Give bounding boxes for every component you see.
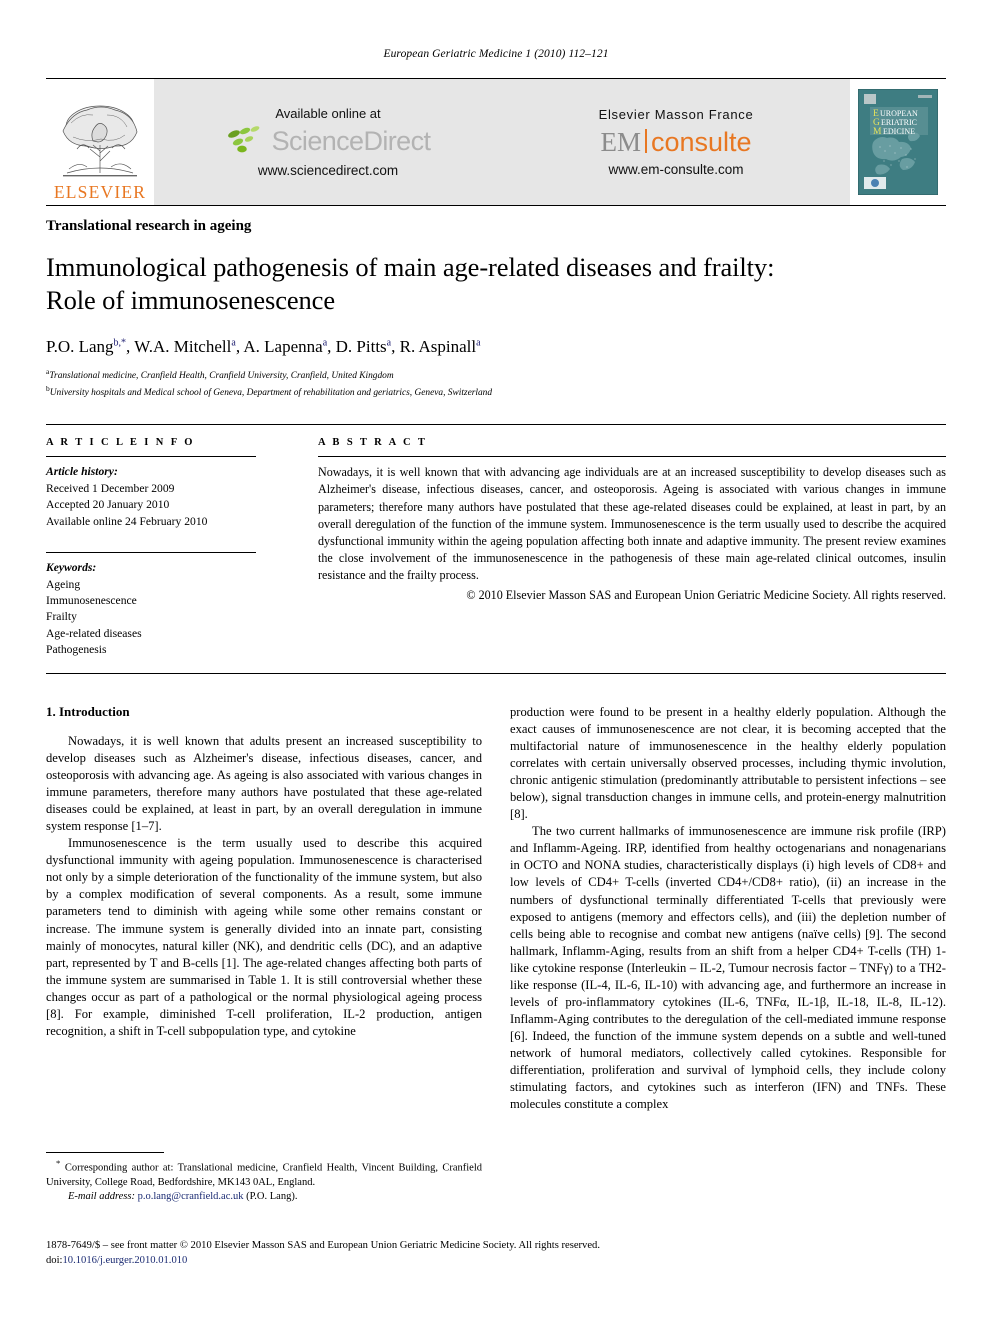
author-affil-marker: b,* xyxy=(113,337,127,349)
consulte-wordmark: consulte xyxy=(650,127,752,157)
em-wordmark: EM xyxy=(600,127,641,157)
email-line: E-mail address: p.o.lang@cranfield.ac.uk… xyxy=(46,1190,482,1204)
author-affil-marker: a xyxy=(231,337,236,349)
keyword-item: Frailty xyxy=(46,610,77,624)
article-history-group: Article history: Received 1 December 200… xyxy=(46,464,256,530)
body-paragraph: production were found to be present in a… xyxy=(510,704,946,822)
email-label: E-mail address: xyxy=(68,1191,135,1203)
body-columns: 1. Introduction Nowadays, it is well kno… xyxy=(46,704,946,1114)
body-column-left: 1. Introduction Nowadays, it is well kno… xyxy=(46,704,482,1114)
email-link[interactable]: p.o.lang@cranfield.ac.uk xyxy=(138,1191,244,1202)
sciencedirect-block: Available online at ScienceDirect www.sc… xyxy=(154,79,502,205)
affiliation-text: Translational medicine, Cranfield Health… xyxy=(49,370,394,381)
abstract-copyright: © 2010 Elsevier Masson SAS and European … xyxy=(466,587,946,602)
keyword-item: Immunosenescence xyxy=(46,594,137,608)
journal-cover-thumbnail: E UROPEAN G ERIATRIC M EDICINE xyxy=(850,79,946,205)
sciencedirect-wordmark: ScienceDirect xyxy=(271,126,431,156)
svg-text:ERIATRIC: ERIATRIC xyxy=(881,118,917,127)
abstract-text: Nowadays, it is well known that with adv… xyxy=(318,465,946,583)
article-info-heading: A R T I C L E I N F O xyxy=(46,437,195,449)
history-item: Accepted 20 January 2010 xyxy=(46,498,170,512)
available-online-label: Available online at xyxy=(275,106,381,121)
body-paragraph: Immunosenescence is the term usually use… xyxy=(46,836,482,1038)
svg-text:EDICINE: EDICINE xyxy=(883,127,915,136)
em-consulte-logo: EM consulte xyxy=(600,127,751,156)
article-info-column: A R T I C L E I N F O Article history: R… xyxy=(46,425,278,673)
keyword-item: Age-related diseases xyxy=(46,626,142,640)
keyword-item: Ageing xyxy=(46,577,81,591)
running-head: European Geriatric Medicine 1 (2010) 112… xyxy=(383,48,609,60)
elsevier-masson-france-label: Elsevier Masson France xyxy=(598,107,754,122)
doi-label: doi: xyxy=(46,1255,63,1267)
footnote-text: * Corresponding author at: Translational… xyxy=(46,1158,482,1205)
keywords-group: Keywords: Ageing Immunosenescence Frailt… xyxy=(46,560,256,659)
article-title-line2: Role of immunosenescence xyxy=(46,284,336,315)
body-column-right: production were found to be present in a… xyxy=(510,704,946,1114)
footnote-rule xyxy=(46,1152,164,1153)
keywords-label: Keywords: xyxy=(46,561,97,575)
journal-masthead: ELSEVIER Available online at ScienceDire… xyxy=(46,78,946,206)
sciencedirect-url[interactable]: www.sciencedirect.com xyxy=(258,163,398,178)
doi-line: doi:10.1016/j.eurger.2010.01.010 xyxy=(46,1253,946,1268)
author-affil-marker: a xyxy=(322,337,328,349)
divider xyxy=(46,552,256,554)
abstract-heading: A B S T R A C T xyxy=(318,437,428,449)
author-name[interactable]: A. Lapenna xyxy=(243,337,322,356)
article-history-label: Article history: xyxy=(46,465,118,479)
article-title-line1: Immunological pathogenesis of main age-r… xyxy=(46,252,775,282)
elsevier-tree-icon xyxy=(57,101,143,183)
author-name[interactable]: W.A. Mitchell xyxy=(134,337,231,356)
em-divider-bar xyxy=(644,129,647,153)
author-affil-marker: a xyxy=(476,337,481,349)
keyword-item: Pathogenesis xyxy=(46,643,107,657)
corresponding-author-footnote: * Corresponding author at: Translational… xyxy=(46,1152,482,1205)
author-affil-marker: a xyxy=(386,337,392,349)
affiliation-item: aTranslational medicine, Cranfield Healt… xyxy=(46,367,946,384)
paper-page: European Geriatric Medicine 1 (2010) 112… xyxy=(0,0,992,1323)
em-consulte-block: Elsevier Masson France EM consulte www.e… xyxy=(502,79,850,205)
issn-copyright-line: 1878-7649/$ – see front matter © 2010 El… xyxy=(46,1240,600,1251)
footnote-marker: * xyxy=(56,1158,61,1168)
svg-text:UROPEAN: UROPEAN xyxy=(880,109,918,118)
author-name[interactable]: D. Pitts xyxy=(336,337,387,356)
author-name[interactable]: R. Aspinall xyxy=(400,337,477,356)
sciencedirect-leaf-icon xyxy=(226,125,268,158)
history-item: Available online 24 February 2010 xyxy=(46,514,208,528)
divider xyxy=(46,456,256,458)
colophon: 1878-7649/$ – see front matter © 2010 El… xyxy=(46,1238,946,1269)
history-item: Received 1 December 2009 xyxy=(46,481,175,495)
body-paragraph: The two current hallmarks of immunosenes… xyxy=(510,824,946,1112)
em-consulte-url[interactable]: www.em-consulte.com xyxy=(608,162,743,177)
sciencedirect-logo: ScienceDirect xyxy=(226,125,431,158)
abstract-column: A B S T R A C T Nowadays, it is well kno… xyxy=(278,425,946,673)
info-abstract-block: A R T I C L E I N F O Article history: R… xyxy=(46,424,946,674)
journal-section-label: Translational research in ageing xyxy=(46,218,252,234)
svg-text:M: M xyxy=(873,127,882,137)
author-list: P.O. Langb,*, W.A. Mitchella, A. Lapenna… xyxy=(46,336,481,356)
elsevier-wordmark: ELSEVIER xyxy=(53,181,147,202)
affiliation-list: aTranslational medicine, Cranfield Healt… xyxy=(46,367,946,401)
corresponding-author-text: Corresponding author at: Translational m… xyxy=(46,1162,483,1188)
doi-link[interactable]: 10.1016/j.eurger.2010.01.010 xyxy=(62,1255,187,1266)
divider xyxy=(318,456,946,458)
page-title: Immunological pathogenesis of main age-r… xyxy=(46,251,946,317)
masthead-grey-band: Available online at ScienceDirect www.sc… xyxy=(154,79,850,205)
affiliation-text: University hospitals and Medical school … xyxy=(49,387,493,398)
author-name[interactable]: P.O. Lang xyxy=(46,337,114,356)
section-heading-introduction: 1. Introduction xyxy=(46,703,130,719)
email-owner: (P.O. Lang). xyxy=(246,1191,298,1203)
affiliation-item: bUniversity hospitals and Medical school… xyxy=(46,384,946,401)
body-paragraph: Nowadays, it is well known that adults p… xyxy=(46,733,482,834)
elsevier-logo: ELSEVIER xyxy=(46,79,154,205)
